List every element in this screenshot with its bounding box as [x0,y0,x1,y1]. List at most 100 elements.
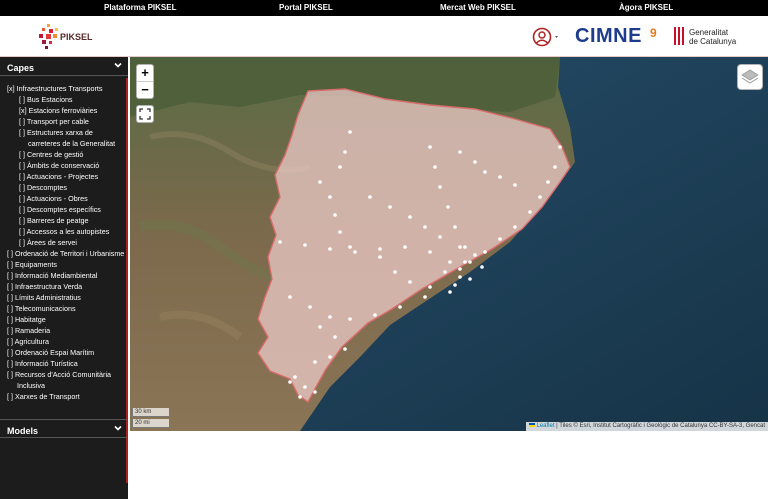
station-marker[interactable] [373,313,377,317]
station-marker[interactable] [458,245,462,249]
station-marker[interactable] [333,335,337,339]
gencat-logo[interactable]: Generalitat de Catalunya [689,28,736,46]
layer-bus-estacions[interactable]: [ ] Bus Estacions [19,94,73,105]
layer-centres-de-gestio[interactable]: [ ] Centres de gestió [19,149,83,160]
leaflet-link[interactable]: Leaflet [536,423,554,429]
station-marker[interactable] [428,145,432,149]
station-marker[interactable] [328,315,332,319]
nav-plataforma-piksel[interactable]: Plataforma PIKSEL [104,3,176,12]
layer-accessos-autopistes[interactable]: [ ] Accessos a les autopistes [19,226,109,237]
station-marker[interactable] [348,317,352,321]
nav-mercat-web-piksel[interactable]: Mercat Web PIKSEL [440,3,516,12]
station-marker[interactable] [303,243,307,247]
station-marker[interactable] [338,230,342,234]
station-marker[interactable] [368,195,372,199]
layer-agricultura[interactable]: [ ] Agricultura [7,336,49,347]
station-marker[interactable] [498,237,502,241]
station-marker[interactable] [408,215,412,219]
station-marker[interactable] [448,260,452,264]
layer-infraestructures-transports[interactable]: [x] Infraestructures Transports [7,83,102,94]
station-marker[interactable] [443,270,447,274]
layer-informacio-turistica[interactable]: [ ] Informació Turística [7,358,78,369]
nav-agora-piksel[interactable]: Àgora PIKSEL [619,3,673,12]
map-view[interactable]: + − 30 km 20 mi Leaflet | Tiles © Esri, … [130,57,768,431]
layer-habitatge[interactable]: [ ] Habitatge [7,314,46,325]
layer-descomptes[interactable]: [ ] Descomptes [19,182,67,193]
station-marker[interactable] [313,390,317,394]
station-marker[interactable] [308,305,312,309]
station-marker[interactable] [463,245,467,249]
station-marker[interactable] [278,240,282,244]
station-marker[interactable] [553,165,557,169]
layer-transport-per-cable[interactable]: [ ] Transport per cable [19,116,89,127]
station-marker[interactable] [288,295,292,299]
zoom-in-button[interactable]: + [137,65,153,82]
station-marker[interactable] [473,253,477,257]
layer-ambits-de-conservacio[interactable]: [ ] Àmbits de conservació [19,160,99,171]
layer-ordenacio-territori[interactable]: [ ] Ordenació de Territori i Urbanisme [7,248,124,259]
station-marker[interactable] [303,385,307,389]
layer-informacio-mediambiental[interactable]: [ ] Informació Mediambiental [7,270,97,281]
station-marker[interactable] [428,250,432,254]
station-marker[interactable] [483,250,487,254]
station-marker[interactable] [463,260,467,264]
station-marker[interactable] [546,180,550,184]
station-marker[interactable] [468,260,472,264]
station-marker[interactable] [458,150,462,154]
station-marker[interactable] [378,247,382,251]
station-marker[interactable] [318,325,322,329]
models-panel-header[interactable]: Models [0,419,128,438]
layer-arees-de-servei[interactable]: [ ] Àrees de servei [19,237,77,248]
capes-panel-header[interactable]: Capes [0,57,128,76]
station-marker[interactable] [333,213,337,217]
layer-descomptes-especifics[interactable]: [ ] Descomptes específics [19,204,101,215]
station-marker[interactable] [338,165,342,169]
station-marker[interactable] [423,295,427,299]
fullscreen-button[interactable] [136,105,154,123]
layer-actuacions-obres[interactable]: [ ] Actuacions - Obres [19,193,88,204]
station-marker[interactable] [343,347,347,351]
layer-equipaments[interactable]: [ ] Equipaments [7,259,57,270]
station-marker[interactable] [293,375,297,379]
station-marker[interactable] [453,225,457,229]
layer-ordenacio-espai-maritim[interactable]: [ ] Ordenació Espai Marítim [7,347,94,358]
station-marker[interactable] [513,183,517,187]
station-marker[interactable] [298,395,302,399]
station-marker[interactable] [348,130,352,134]
user-menu[interactable] [532,26,562,48]
station-marker[interactable] [513,225,517,229]
station-marker[interactable] [498,175,502,179]
station-marker[interactable] [483,170,487,174]
layer-estructures-xarxa[interactable]: [ ] Estructures xarxa de [19,127,93,138]
station-marker[interactable] [438,185,442,189]
station-marker[interactable] [328,195,332,199]
station-marker[interactable] [538,195,542,199]
nav-portal-piksel[interactable]: Portal PIKSEL [279,3,333,12]
layer-limits-administratius[interactable]: [ ] Límits Administratius [7,292,81,303]
station-marker[interactable] [423,225,427,229]
station-marker[interactable] [343,150,347,154]
station-marker[interactable] [353,250,357,254]
layer-estacions-ferroviaries[interactable]: [x] Estacions ferroviàries [19,105,97,116]
station-marker[interactable] [453,283,457,287]
station-marker[interactable] [433,165,437,169]
station-marker[interactable] [458,267,462,271]
station-marker[interactable] [558,145,562,149]
station-marker[interactable] [388,205,392,209]
station-marker[interactable] [448,290,452,294]
station-marker[interactable] [328,247,332,251]
station-marker[interactable] [328,355,332,359]
station-marker[interactable] [318,180,322,184]
station-marker[interactable] [408,280,412,284]
station-marker[interactable] [473,160,477,164]
layer-recursos-accio-comunitaria[interactable]: [ ] Recursos d'Acció Comunitària [7,369,111,380]
station-marker[interactable] [428,285,432,289]
station-marker[interactable] [403,245,407,249]
layer-actuacions-projectes[interactable]: [ ] Actuacions - Projectes [19,171,98,182]
station-marker[interactable] [438,235,442,239]
station-marker[interactable] [313,360,317,364]
piksel-logo[interactable]: PIKSEL [38,22,98,52]
layer-xarxes-de-transport[interactable]: [ ] Xarxes de Transport [7,391,80,402]
station-marker[interactable] [458,275,462,279]
cimne-logo[interactable]: CIMNE [575,25,642,48]
